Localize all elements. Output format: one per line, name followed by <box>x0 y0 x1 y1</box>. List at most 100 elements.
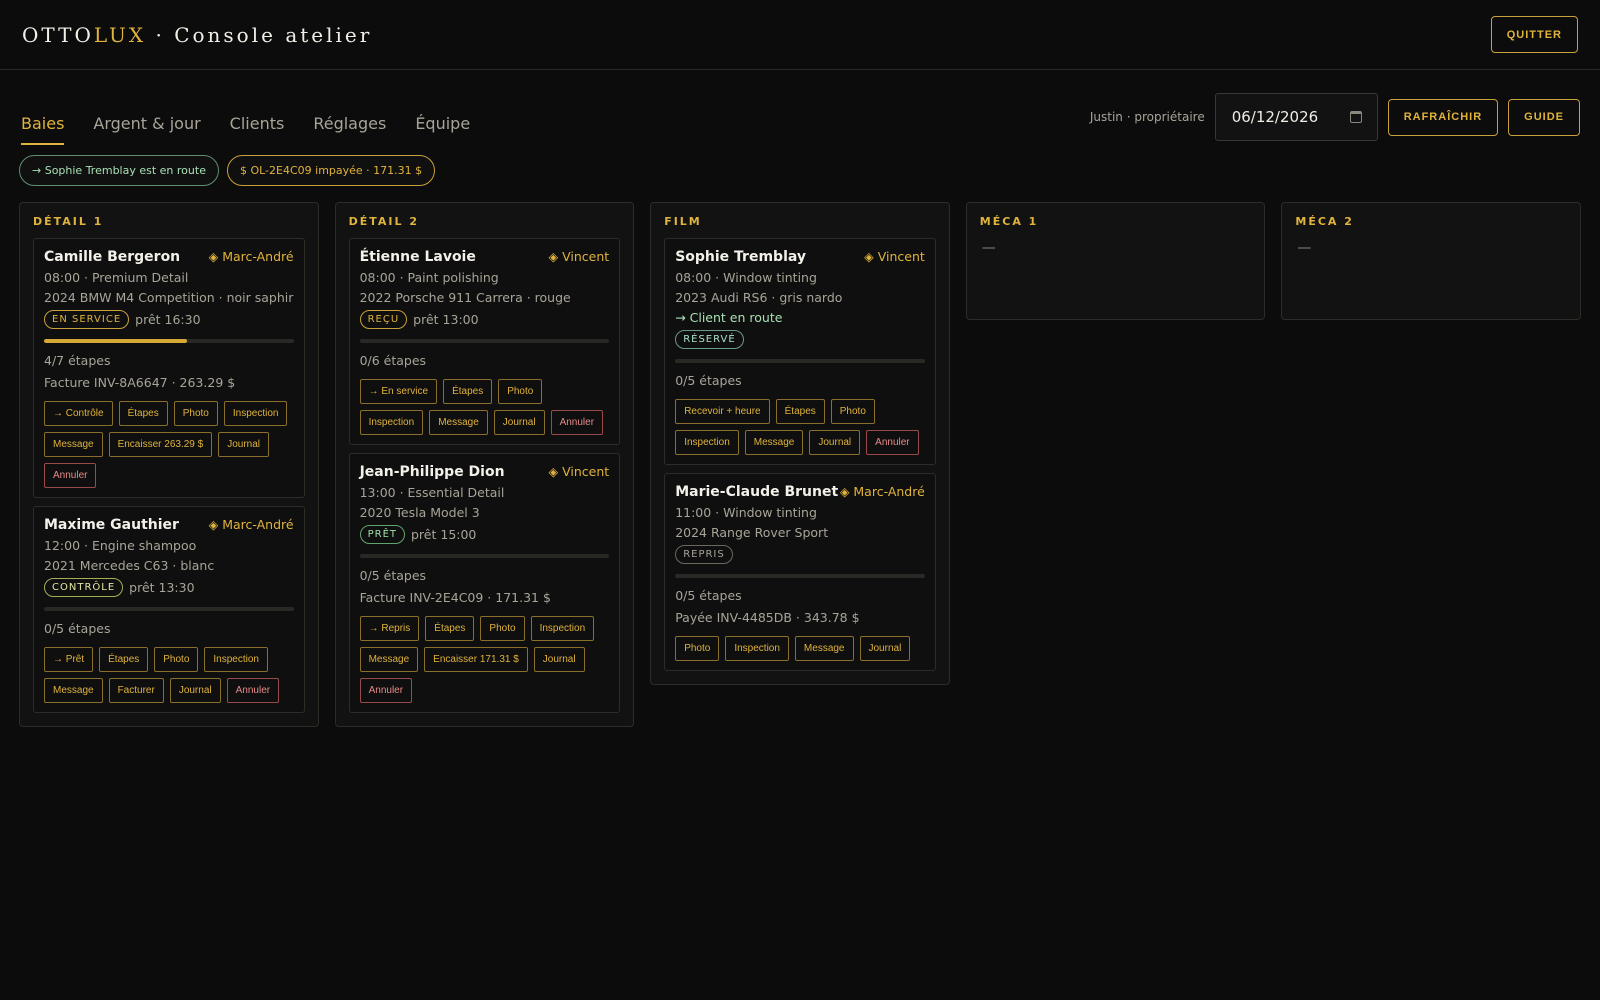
client-name[interactable]: Marie-Claude Brunet <box>675 484 838 500</box>
action-photo-button[interactable]: Photo <box>830 399 875 424</box>
status-badge: REÇU <box>359 310 408 329</box>
action-journal-button[interactable]: Journal <box>218 432 270 457</box>
bay-column-title: DÉTAIL 1 <box>33 215 104 228</box>
action-photo-button[interactable]: Photo <box>480 616 525 641</box>
action-encaisser-263-29-button[interactable]: Encaisser 263.29 $ <box>108 432 213 457</box>
action-inspection-button[interactable]: Inspection <box>359 410 424 435</box>
bay-column-title: MÉCA 2 <box>1295 215 1354 228</box>
assigned-technician: ◈ Vincent <box>548 464 610 479</box>
action-etapes-button[interactable]: Étapes <box>99 647 149 672</box>
brand-name-part2: LUX <box>93 22 147 47</box>
action-repris-button[interactable]: → Repris <box>359 616 420 641</box>
tab-argent-jour[interactable]: Argent & jour <box>93 114 200 145</box>
cancel-job-button[interactable]: Annuler <box>359 678 413 703</box>
steps-progress-bar <box>359 554 610 558</box>
empty-bay-placeholder: — <box>1297 240 1312 256</box>
bay-column-film: FILM Sophie Tremblay ◈ Vincent 08:00 · Wind… <box>650 202 950 685</box>
action-en-service-button[interactable]: → En service <box>359 379 438 404</box>
tab-clients[interactable]: Clients <box>230 114 285 145</box>
cancel-job-button[interactable]: Annuler <box>550 410 604 435</box>
service-time: 08:00 · Premium Detail <box>44 270 189 285</box>
action-recevoir-heure-button[interactable]: Recevoir + heure <box>675 399 770 424</box>
action-journal-button[interactable]: Journal <box>859 636 911 661</box>
action-journal-button[interactable]: Journal <box>493 410 545 435</box>
service-time: 08:00 · Paint polishing <box>359 270 499 285</box>
action-photo-button[interactable]: Photo <box>154 647 199 672</box>
status-badge: REPRIS <box>675 545 733 564</box>
client-name[interactable]: Camille Bergeron <box>44 249 180 265</box>
job-card[interactable]: Maxime Gauthier ◈ Marc-André 12:00 · Engin… <box>33 506 305 713</box>
action-message-button[interactable]: Message <box>359 647 419 672</box>
tab-equipe[interactable]: Équipe <box>415 114 470 145</box>
action-message-button[interactable]: Message <box>44 678 103 703</box>
invoice-info: Facture INV-2E4C09 · 171.31 $ <box>359 590 551 605</box>
vehicle-info: 2021 Mercedes C63 · blanc <box>44 558 215 573</box>
cancel-job-button[interactable]: Annuler <box>44 463 97 488</box>
action-message-button[interactable]: Message <box>44 432 103 457</box>
action-etapes-button[interactable]: Étapes <box>425 616 475 641</box>
client-name[interactable]: Jean-Philippe Dion <box>360 464 505 480</box>
action-controle-button[interactable]: → Contrôle <box>44 401 113 426</box>
action-photo-button[interactable]: Photo <box>173 401 218 426</box>
action-journal-button[interactable]: Journal <box>809 430 861 455</box>
action-etapes-button[interactable]: Étapes <box>775 399 825 424</box>
bay-column-detail-1: DÉTAIL 1 Camille Bergeron ◈ Marc-André 08:0… <box>19 202 319 727</box>
alert-chip-en-route[interactable]: → Sophie Tremblay est en route <box>19 155 219 186</box>
action-facturer-button[interactable]: Facturer <box>108 678 164 703</box>
action-journal-button[interactable]: Journal <box>533 647 585 672</box>
action-inspection-button[interactable]: Inspection <box>725 636 789 661</box>
action-etapes-button[interactable]: Étapes <box>443 379 493 404</box>
action-journal-button[interactable]: Journal <box>169 678 221 703</box>
tab-reglages[interactable]: Réglages <box>313 114 386 145</box>
steps-progress-fill <box>44 339 187 343</box>
client-name[interactable]: Sophie Tremblay <box>675 249 806 265</box>
date-value: 06/12/2026 <box>1231 108 1319 126</box>
refresh-button[interactable]: RAFRAÎCHIR <box>1387 98 1499 136</box>
status-row: PRÊT prêt 15:00 <box>359 525 610 544</box>
job-actions: Photo Inspection Message Journal <box>675 636 925 661</box>
assigned-technician: ◈ Marc-André <box>208 517 294 532</box>
steps-count: 0/5 étapes <box>675 373 742 388</box>
alert-chip-unpaid[interactable]: $ OL-2E4C09 impayée · 171.31 $ <box>226 155 436 186</box>
tab-baies[interactable]: Baies <box>21 114 65 145</box>
action-inspection-button[interactable]: Inspection <box>223 401 288 426</box>
client-name[interactable]: Maxime Gauthier <box>44 517 179 533</box>
guide-button[interactable]: GUIDE <box>1508 98 1580 136</box>
quit-button[interactable]: QUITTER <box>1490 16 1578 53</box>
action-photo-button[interactable]: Photo <box>498 379 543 404</box>
vehicle-info: 2024 BMW M4 Competition · noir saphir <box>44 290 294 305</box>
action-inspection-button[interactable]: Inspection <box>530 616 595 641</box>
action-message-button[interactable]: Message <box>744 430 804 455</box>
action-etapes-button[interactable]: Étapes <box>118 401 168 426</box>
client-name[interactable]: Étienne Lavoie <box>360 249 476 265</box>
action-inspection-button[interactable]: Inspection <box>675 430 739 455</box>
date-input[interactable]: 06/12/2026 <box>1214 93 1378 141</box>
empty-bay-placeholder: — <box>981 240 996 256</box>
bay-board: DÉTAIL 1 Camille Bergeron ◈ Marc-André 08:0… <box>0 202 1600 727</box>
job-card[interactable]: Jean-Philippe Dion ◈ Vincent 13:00 · Essen… <box>348 453 621 713</box>
action-photo-button[interactable]: Photo <box>675 636 720 661</box>
brand-subtitle: · Console atelier <box>146 22 373 47</box>
invoice-info: Payée INV-4485DB · 343.78 $ <box>675 610 860 625</box>
job-card[interactable]: Étienne Lavoie ◈ Vincent 08:00 · Paint pol… <box>348 238 621 445</box>
action-message-button[interactable]: Message <box>794 636 854 661</box>
job-card[interactable]: Sophie Tremblay ◈ Vincent 08:00 · Window t… <box>664 238 936 465</box>
calendar-icon[interactable] <box>1349 111 1362 123</box>
steps-count: 0/6 étapes <box>359 353 427 368</box>
job-actions: → Prêt Étapes Photo Inspection Message Factur… <box>44 647 294 703</box>
job-card-header: Marie-Claude Brunet ◈ Marc-André <box>675 484 925 500</box>
assigned-technician: ◈ Vincent <box>548 249 610 264</box>
job-actions: → Contrôle Étapes Photo Inspection Message En… <box>44 401 294 488</box>
action-encaisser-171-31-button[interactable]: Encaisser 171.31 $ <box>424 647 528 672</box>
steps-progress-bar <box>359 339 610 343</box>
nav-tools: Justin · propriétaire 06/12/2026 RAFRAÎC… <box>1090 93 1580 141</box>
cancel-job-button[interactable]: Annuler <box>866 430 919 455</box>
action-pret-button[interactable]: → Prêt <box>44 647 94 672</box>
action-message-button[interactable]: Message <box>429 410 488 435</box>
steps-progress-bar <box>675 359 925 363</box>
job-card[interactable]: Marie-Claude Brunet ◈ Marc-André 11:00 · W… <box>664 473 936 671</box>
action-inspection-button[interactable]: Inspection <box>204 647 268 672</box>
assigned-technician: ◈ Vincent <box>864 249 925 264</box>
cancel-job-button[interactable]: Annuler <box>226 678 280 703</box>
job-card[interactable]: Camille Bergeron ◈ Marc-André 08:00 · Prem… <box>33 238 305 498</box>
